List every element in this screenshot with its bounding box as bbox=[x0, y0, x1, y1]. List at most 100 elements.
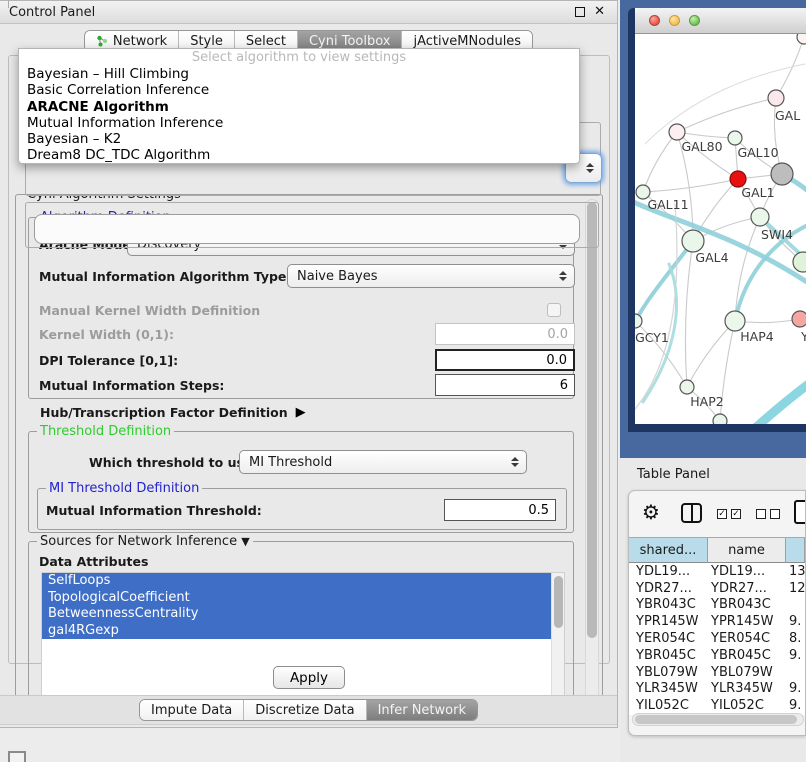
network-node-label: SWI4 bbox=[761, 227, 793, 242]
columns-icon[interactable] bbox=[681, 503, 702, 523]
table-cell: YBL079W bbox=[708, 665, 786, 680]
table-cell: YLR345W bbox=[708, 681, 786, 696]
mi-threshold-label: Mutual Information Threshold: bbox=[46, 503, 262, 518]
table-cell: YBR043C bbox=[708, 597, 786, 612]
tab-label: Style bbox=[190, 34, 223, 49]
deselect-all-checkboxes-icon[interactable] bbox=[756, 509, 780, 519]
apply-button[interactable]: Apply bbox=[273, 666, 345, 689]
network-node[interactable] bbox=[680, 380, 694, 394]
table-row[interactable]: YLR345WYLR345W9. bbox=[629, 681, 805, 698]
network-node-label: HAP2 bbox=[690, 394, 723, 409]
dropdown-item[interactable]: Basic Correlation Inference bbox=[19, 82, 579, 98]
network-node[interactable] bbox=[669, 124, 685, 140]
dropdown-item[interactable]: Dream8 DC_TDC Algorithm bbox=[19, 147, 579, 163]
network-view-window[interactable]: GALGAL80GAL10GAL1GAL11SWI4GAL4GCY1HAP4YH… bbox=[628, 8, 806, 432]
algorithm-dropdown-popup: Select algorithm to view settings Bayesi… bbox=[18, 48, 580, 164]
control-panel-titlebar[interactable]: Control Panel ✕ bbox=[0, 1, 617, 24]
table-header-cell[interactable]: shared... bbox=[629, 538, 708, 563]
network-combobox-fragment[interactable] bbox=[34, 214, 580, 244]
data-attributes-label: Data Attributes bbox=[39, 554, 148, 569]
network-node[interactable] bbox=[751, 208, 769, 226]
float-window-icon[interactable] bbox=[575, 7, 585, 17]
mi-threshold-field[interactable] bbox=[444, 499, 556, 521]
dropdown-item[interactable]: Mutual Information Inference bbox=[19, 115, 579, 131]
network-node[interactable] bbox=[797, 34, 806, 44]
stepper-icon bbox=[586, 163, 594, 173]
algorithm-dropdown-items: Bayesian – Hill ClimbingBasic Correlatio… bbox=[19, 66, 579, 164]
table-row[interactable]: YBR045CYBR045C9. bbox=[629, 647, 805, 664]
dpi-tolerance-field[interactable] bbox=[435, 349, 575, 371]
minimized-panel-icon[interactable] bbox=[8, 751, 26, 762]
dropdown-item[interactable]: ARACNE Algorithm bbox=[19, 99, 579, 115]
hub-transcription-factor-toggle[interactable]: Hub/Transcription Factor Definition ▶ bbox=[40, 405, 306, 420]
control-panel-title: Control Panel bbox=[9, 5, 95, 20]
tab-label: Cyni Toolbox bbox=[309, 34, 391, 49]
bottom-tab-strip: Impute DataDiscretize Data Infer Network bbox=[0, 695, 617, 725]
network-node[interactable] bbox=[771, 163, 793, 185]
unchecked-box-icon bbox=[756, 509, 766, 519]
mi-algorithm-type-value: Naive Bayes bbox=[297, 269, 377, 284]
tab-impute-data[interactable]: Impute Data bbox=[140, 700, 243, 720]
table-row[interactable]: YER054CYER054C8. bbox=[629, 630, 805, 647]
network-node[interactable] bbox=[713, 414, 727, 424]
table-row[interactable]: YBL079WYBL079W bbox=[629, 664, 805, 681]
attribute-list-item[interactable]: gal4RGexp bbox=[42, 623, 564, 640]
network-node[interactable] bbox=[725, 311, 745, 331]
network-edge bbox=[677, 132, 735, 138]
select-all-checkboxes-icon[interactable]: ✓ ✓ bbox=[717, 509, 741, 519]
attribute-list-item[interactable]: SelfLoops bbox=[42, 573, 564, 590]
table-horizontal-scrollbar[interactable] bbox=[632, 713, 804, 726]
table-row[interactable]: YDL19...YDL19...13 bbox=[629, 563, 805, 580]
which-threshold-combobox[interactable]: MI Threshold bbox=[239, 450, 527, 474]
table-panel-region: Table Panel ⚙ ✓ ✓ shared...name YDL19...… bbox=[620, 458, 806, 762]
network-node[interactable] bbox=[768, 90, 784, 106]
table-row[interactable]: YBR043CYBR043C bbox=[629, 597, 805, 614]
network-canvas[interactable]: GALGAL80GAL10GAL1GAL11SWI4GAL4GCY1HAP4YH… bbox=[635, 34, 806, 424]
dropdown-item[interactable]: Bayesian – K2 bbox=[19, 131, 579, 147]
table-cell: YER054C bbox=[629, 631, 708, 646]
manual-kernel-width-label: Manual Kernel Width Definition bbox=[39, 303, 260, 318]
minimize-traffic-light-icon[interactable] bbox=[669, 15, 680, 26]
tab-infer-network[interactable]: Infer Network bbox=[366, 700, 477, 720]
sources-group-title[interactable]: Sources for Network Inference ▼ bbox=[37, 534, 253, 549]
tab-label: Infer Network bbox=[378, 703, 466, 718]
tab-label: Select bbox=[246, 34, 286, 49]
chevron-right-icon: ▶ bbox=[296, 405, 306, 420]
settings-scrollbar-thumb[interactable] bbox=[587, 202, 597, 638]
network-node[interactable] bbox=[728, 131, 742, 145]
cyni-algorithm-settings-group: Cyni Algorithm Settings Algorithm Defini… bbox=[15, 194, 603, 709]
table-row[interactable]: YIL052CYIL052C9. bbox=[629, 697, 805, 714]
manual-kernel-width-checkbox[interactable] bbox=[547, 303, 561, 317]
network-node[interactable] bbox=[792, 311, 806, 327]
document-icon[interactable] bbox=[794, 500, 806, 524]
checked-box-icon: ✓ bbox=[717, 509, 727, 519]
gear-icon[interactable]: ⚙ bbox=[642, 500, 660, 524]
table-header-cell[interactable]: name bbox=[708, 538, 786, 563]
zoom-traffic-light-icon[interactable] bbox=[689, 15, 700, 26]
close-traffic-light-icon[interactable] bbox=[649, 15, 660, 26]
attribute-list-scrollbar-thumb[interactable] bbox=[554, 576, 563, 628]
kernel-width-field[interactable] bbox=[435, 323, 575, 345]
network-window-titlebar[interactable] bbox=[635, 8, 806, 34]
table-row[interactable]: YPR145WYPR145W9. bbox=[629, 613, 805, 630]
unchecked-box-icon bbox=[770, 509, 780, 519]
attribute-list-item[interactable]: TopologicalCoefficient bbox=[42, 590, 564, 607]
bottom-tab-group: Impute DataDiscretize Data Infer Network bbox=[139, 699, 478, 721]
mi-algorithm-type-combobox[interactable]: Naive Bayes bbox=[287, 264, 575, 288]
table-header-cell[interactable] bbox=[786, 538, 805, 563]
network-node[interactable] bbox=[682, 230, 704, 252]
table-row[interactable]: YDR27...YDR27...12 bbox=[629, 580, 805, 597]
table-scrollbar-thumb[interactable] bbox=[635, 715, 797, 724]
network-node-label: GAL11 bbox=[647, 197, 688, 212]
table-cell: YBR045C bbox=[629, 648, 708, 663]
network-node-label: GAL1 bbox=[741, 185, 774, 200]
settings-scrollbar[interactable] bbox=[585, 199, 599, 704]
which-threshold-label: Which threshold to use: bbox=[89, 455, 257, 470]
dropdown-item[interactable]: Bayesian – Hill Climbing bbox=[19, 66, 579, 82]
kernel-width-label: Kernel Width (0,1): bbox=[39, 327, 174, 342]
tab-discretize-data[interactable]: Discretize Data bbox=[243, 700, 365, 720]
attribute-list-item[interactable]: BetweennessCentrality bbox=[42, 606, 564, 623]
mi-steps-field[interactable] bbox=[435, 374, 575, 396]
close-icon[interactable]: ✕ bbox=[594, 7, 605, 17]
network-node[interactable] bbox=[635, 314, 642, 328]
